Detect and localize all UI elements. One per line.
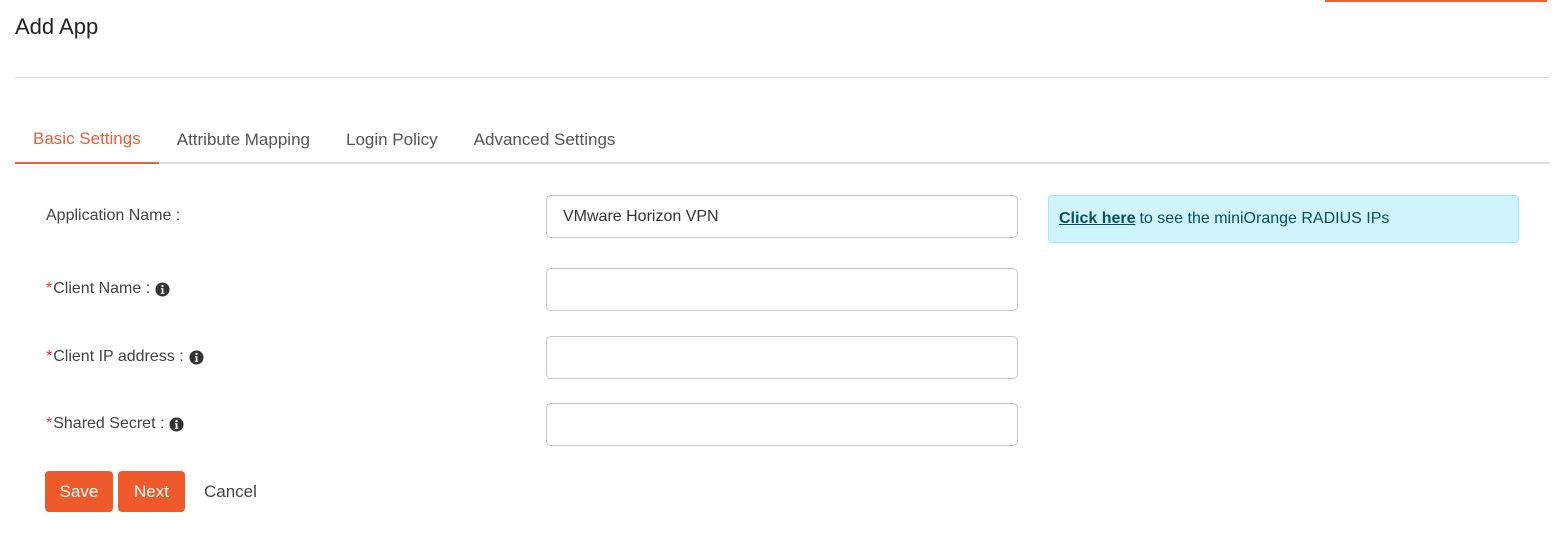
client-ip-row: * Client IP address : — [0, 336, 1566, 380]
application-name-label-text: Application Name : — [46, 207, 181, 224]
info-box-text: to see the miniOrange RADIUS IPs — [1139, 210, 1390, 227]
application-name-label: Application Name : — [46, 195, 180, 239]
shared-secret-input[interactable] — [546, 403, 1018, 446]
radius-ips-info-box: Click here to see the miniOrange RADIUS … — [1048, 195, 1519, 243]
shared-secret-label: * Shared Secret : — [46, 403, 184, 447]
client-name-row: * Client Name : — [0, 268, 1566, 312]
client-ip-input[interactable] — [546, 336, 1018, 379]
client-ip-label: * Client IP address : — [46, 336, 204, 380]
shared-secret-label-text: Shared Secret : — [53, 415, 165, 432]
top-accent-bar — [1325, 0, 1547, 2]
info-circle-icon[interactable] — [189, 349, 204, 365]
info-circle-icon[interactable] — [169, 416, 184, 432]
cancel-button[interactable]: Cancel — [194, 471, 267, 512]
save-button[interactable]: Save — [45, 471, 113, 512]
click-here-link[interactable]: Click here — [1059, 210, 1135, 228]
next-button[interactable]: Next — [118, 471, 185, 512]
title-divider — [15, 77, 1550, 78]
client-name-input[interactable] — [546, 268, 1018, 311]
client-name-label-text: Client Name : — [53, 280, 151, 297]
required-marker: * — [46, 280, 53, 297]
settings-tabs: Basic Settings Attribute Mapping Login P… — [15, 119, 1550, 164]
client-name-label: * Client Name : — [46, 268, 170, 312]
tab-basic-settings[interactable]: Basic Settings — [15, 119, 159, 164]
add-app-page: Add App Basic Settings Attribute Mapping… — [0, 0, 1566, 534]
required-marker: * — [46, 348, 53, 365]
tab-attribute-mapping[interactable]: Attribute Mapping — [159, 119, 328, 164]
required-marker: * — [46, 415, 53, 432]
shared-secret-row: * Shared Secret : — [0, 403, 1566, 447]
page-title: Add App — [15, 14, 99, 39]
tab-login-policy[interactable]: Login Policy — [328, 119, 456, 164]
application-name-input[interactable] — [546, 195, 1018, 238]
tab-advanced-settings[interactable]: Advanced Settings — [456, 119, 634, 164]
info-circle-icon[interactable] — [155, 281, 170, 297]
client-ip-label-text: Client IP address : — [53, 348, 184, 365]
